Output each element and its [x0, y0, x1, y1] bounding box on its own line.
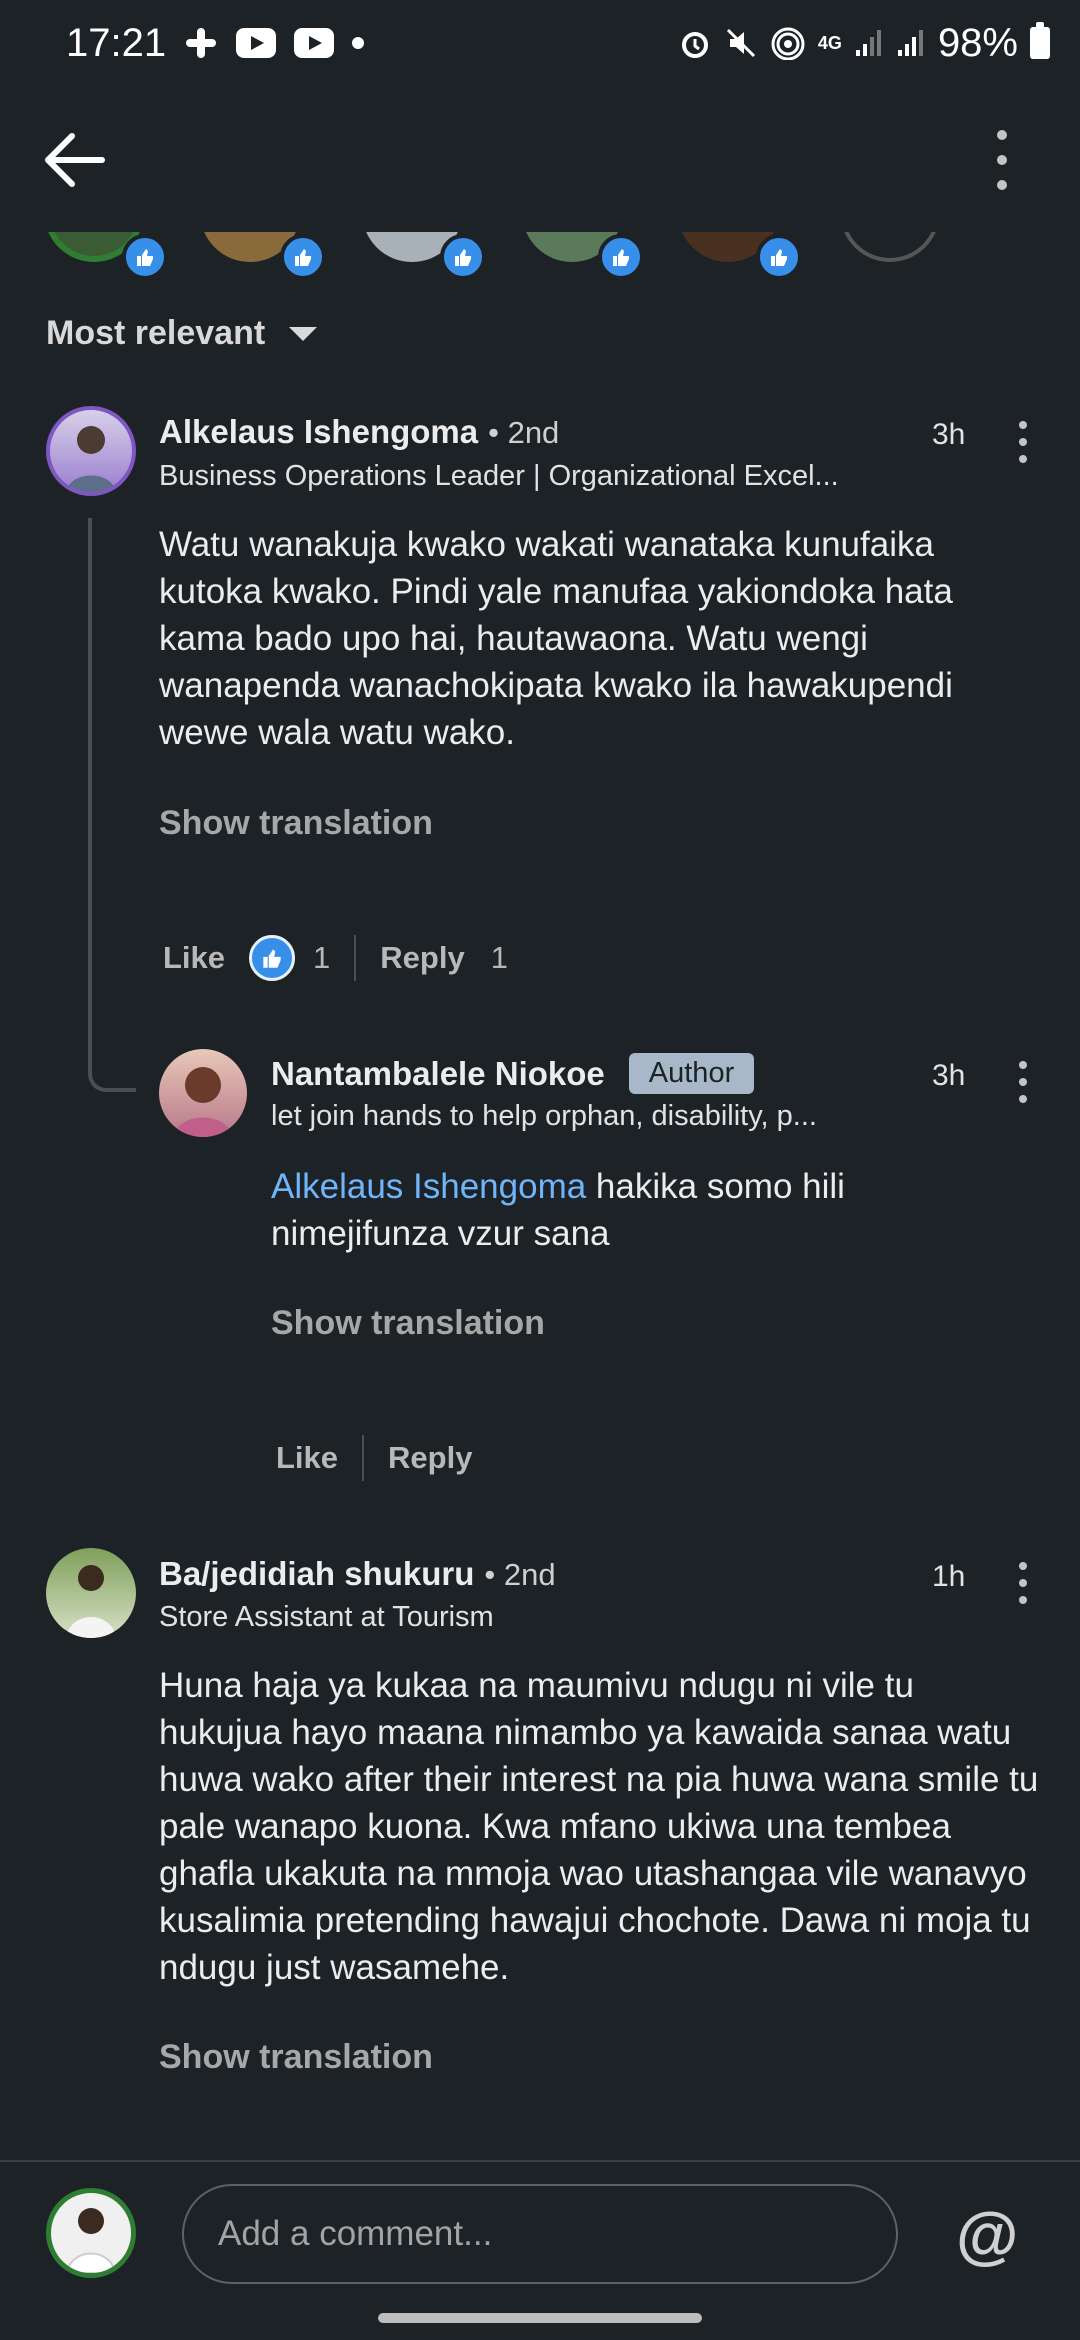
battery-percent: 98% [937, 20, 1018, 65]
author-badge: Author [628, 1053, 755, 1094]
hotspot-icon [770, 26, 806, 60]
connection-degree: • 2nd [488, 415, 560, 450]
status-time: 17:21 [66, 20, 167, 65]
reply-button[interactable]: Reply [388, 1440, 472, 1476]
comment-options-button[interactable] [1008, 1057, 1038, 1107]
mute-icon [724, 26, 758, 60]
comment-timestamp: 3h [932, 418, 966, 451]
like-badge-icon [122, 234, 168, 280]
alarm-icon [678, 26, 712, 60]
status-bar: 17:21 4G 98% [0, 0, 1080, 86]
comment-actions: Like 1 Reply 1 [163, 935, 508, 981]
like-badge-icon [440, 234, 486, 280]
network-type-icon: 4G [817, 32, 842, 53]
comment-options-button[interactable] [1008, 1558, 1038, 1608]
youtube-icon [236, 28, 277, 58]
like-badge-icon [598, 234, 644, 280]
home-indicator[interactable] [378, 2313, 702, 2323]
show-translation-link[interactable]: Show translation [159, 2038, 433, 2077]
signal-icon [854, 28, 884, 58]
slack-icon [184, 26, 218, 60]
avatar[interactable] [46, 406, 136, 496]
battery-icon [1030, 22, 1050, 59]
comment-timestamp: 1h [932, 1560, 966, 1593]
signal-icon [896, 28, 926, 58]
comment-author-line: Nantambalele Niokoe Author [271, 1053, 755, 1094]
back-arrow-icon [45, 133, 105, 187]
comment-timestamp: 3h [932, 1059, 966, 1092]
reply-count[interactable]: 1 [491, 940, 508, 976]
like-reaction-icon[interactable] [249, 935, 296, 981]
comment-author-name[interactable]: Ba/jedidiah shukuru [159, 1555, 474, 1593]
notification-dot-icon [352, 37, 365, 49]
sort-label: Most relevant [46, 314, 266, 352]
youtube-icon [294, 28, 335, 58]
action-divider [362, 1435, 365, 1481]
current-user-avatar [46, 2188, 136, 2278]
like-button[interactable]: Like [276, 1440, 338, 1476]
back-button[interactable] [40, 128, 120, 192]
avatar[interactable] [159, 1049, 247, 1137]
person-icon [173, 1067, 233, 1137]
app-bar [0, 100, 1080, 220]
avatar[interactable] [46, 1548, 136, 1638]
mention-link[interactable]: Alkelaus Ishengoma [271, 1167, 586, 1206]
person-icon [66, 426, 116, 492]
comment-text: Watu wanakuja kwako wakati wanataka kunu… [159, 525, 953, 752]
comment-text: Huna haja ya kukaa na maumivu ndugu ni v… [159, 1666, 1039, 1987]
like-badge-icon [756, 234, 802, 280]
reply-button[interactable]: Reply [380, 940, 464, 976]
comment-author-headline: Store Assistant at Tourism [159, 1601, 494, 1633]
like-button[interactable]: Like [163, 940, 225, 976]
comment-author-name[interactable]: Alkelaus Ishengoma [159, 413, 478, 451]
more-options-button[interactable] [980, 122, 1024, 198]
add-comment-input[interactable]: Add a comment... [182, 2184, 898, 2284]
comment-text: Alkelaus Ishengoma hakika somo hili nime… [271, 1163, 951, 1257]
mention-at-button[interactable]: @ [956, 2198, 1018, 2272]
caret-down-icon [289, 326, 318, 341]
action-divider [354, 935, 357, 981]
comment-author-line: Alkelaus Ishengoma • 2nd [159, 413, 559, 451]
person-icon [66, 1565, 116, 1638]
sort-dropdown[interactable]: Most relevant [46, 314, 318, 353]
reactions-avatar-strip[interactable] [0, 232, 1080, 288]
comment-author-headline: let join hands to help orphan, disabilit… [271, 1100, 817, 1132]
comment-actions: Like Reply [276, 1435, 472, 1481]
more-reactors-avatar[interactable] [840, 232, 940, 262]
comment-author-name[interactable]: Nantambalele Niokoe [271, 1055, 605, 1093]
show-translation-link[interactable]: Show translation [159, 804, 433, 843]
like-badge-icon [280, 234, 326, 280]
show-translation-link[interactable]: Show translation [271, 1304, 545, 1343]
comment-author-headline: Business Operations Leader | Organizatio… [159, 460, 839, 492]
like-count[interactable]: 1 [313, 940, 330, 976]
thread-connector-line [88, 518, 136, 1092]
connection-degree: • 2nd [484, 1557, 556, 1592]
comment-options-button[interactable] [1008, 417, 1038, 467]
comment-author-line: Ba/jedidiah shukuru • 2nd [159, 1555, 556, 1593]
person-icon [65, 2208, 117, 2273]
